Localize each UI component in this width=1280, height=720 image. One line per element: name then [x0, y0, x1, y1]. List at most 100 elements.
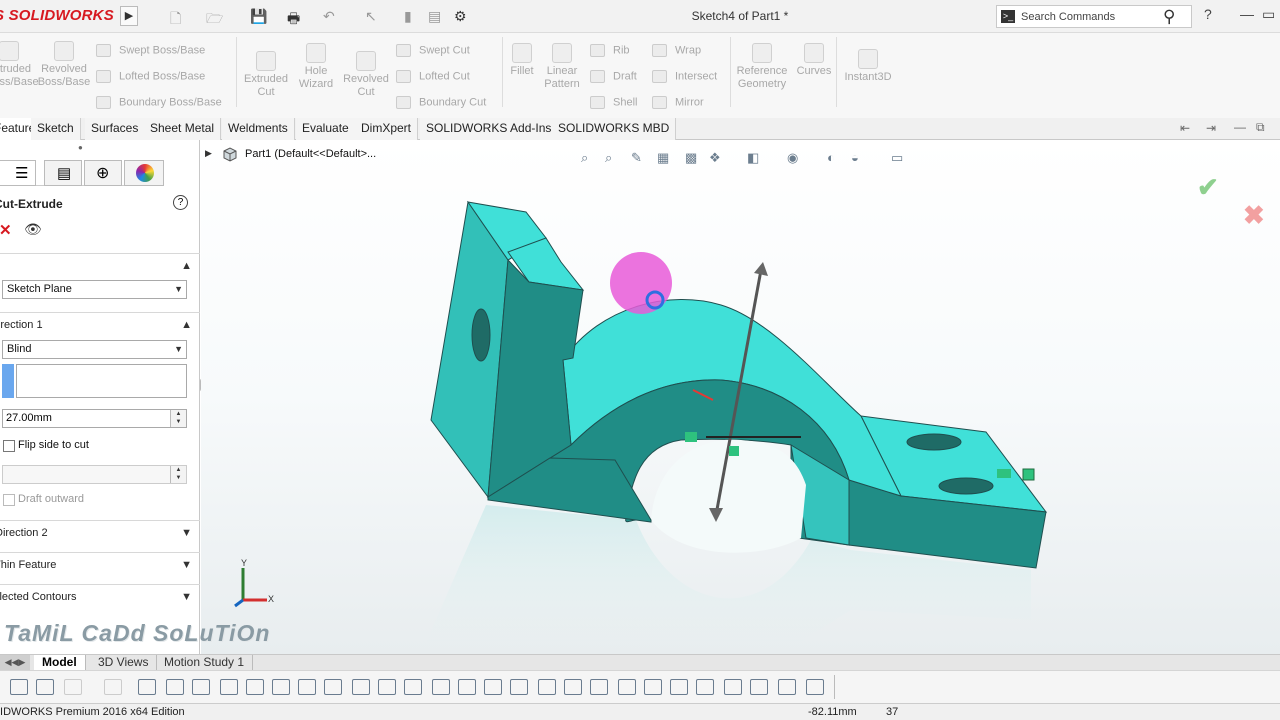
collapse-right-icon[interactable]: ⇥	[1206, 121, 1216, 135]
select-arrow-icon[interactable]: ↖	[365, 8, 377, 25]
direction-selection-box[interactable]	[16, 364, 187, 398]
lofted-cut-button[interactable]: Lofted Cut	[396, 70, 470, 83]
tab-sketch[interactable]: Sketch	[31, 118, 81, 140]
search-icon[interactable]: ⚲	[1163, 7, 1175, 27]
depth-input[interactable]: 27.00mm ▲ ▼	[2, 409, 187, 428]
preview-eye-icon[interactable]: 👁	[24, 221, 42, 238]
minimize-button[interactable]: —	[1240, 6, 1254, 22]
window-restore-icon[interactable]: ⧉	[1256, 120, 1265, 135]
filter-sketch-segments-icon[interactable]	[352, 679, 370, 695]
hole-wizard-button[interactable]: Hole Wizard	[294, 43, 338, 91]
tab-property-manager[interactable]: ▤	[44, 160, 82, 186]
clear-filters-icon[interactable]	[64, 679, 82, 695]
draft-angle-input[interactable]: ▲ ▼	[2, 465, 187, 484]
shell-button[interactable]: Shell	[590, 96, 637, 109]
revolved-cut-button[interactable]: Revolved Cut	[340, 51, 392, 99]
save-icon[interactable]: 💾	[250, 8, 267, 25]
curves-button[interactable]: Curves	[794, 43, 834, 78]
filter-surface-bodies-icon[interactable]	[220, 679, 238, 695]
revolved-boss-button[interactable]: Revolved Boss/Base	[36, 41, 92, 89]
solidworks-logo[interactable]: S SOLIDWORKS	[0, 7, 114, 24]
filter-planes-icon[interactable]	[298, 679, 316, 695]
swept-cut-button[interactable]: Swept Cut	[396, 44, 470, 57]
reference-geometry-button[interactable]: Reference Geometry	[734, 43, 790, 91]
filter-edges-icon[interactable]	[166, 679, 184, 695]
lofted-boss-button[interactable]: Lofted Boss/Base	[96, 70, 205, 83]
tab-sheet-metal[interactable]: Sheet Metal	[144, 118, 222, 140]
filter-sketch-points-icon[interactable]	[324, 679, 342, 695]
filter-mesh-icon[interactable]	[778, 679, 796, 695]
filter-midpoints-icon[interactable]	[378, 679, 396, 695]
extruded-cut-button[interactable]: Extruded Cut	[240, 51, 292, 99]
part-model-3d[interactable]	[201, 140, 1280, 654]
filter-dowel-pins-icon[interactable]	[670, 679, 688, 695]
print-icon[interactable]: 🖶	[287, 8, 300, 32]
select-all-filters-icon[interactable]	[104, 679, 122, 695]
options-gear-icon[interactable]: ⚙	[454, 8, 467, 25]
direction-arrow-button[interactable]	[2, 364, 14, 398]
filter-all-icon[interactable]	[36, 679, 54, 695]
filter-solid-bodies-icon[interactable]	[246, 679, 264, 695]
from-section-header[interactable]: ▲	[0, 253, 200, 277]
intersect-button[interactable]: Intersect	[652, 70, 717, 83]
end-condition-select[interactable]: Blind ▼	[2, 340, 187, 359]
filter-blocks-icon[interactable]	[644, 679, 662, 695]
fillet-button[interactable]: Fillet	[506, 43, 538, 78]
filter-geometric-tolerances-icon[interactable]	[510, 679, 528, 695]
undo-icon[interactable]: ↶	[323, 8, 335, 25]
open-document-icon[interactable]: 🗁	[206, 8, 223, 32]
filter-toggle-icon[interactable]	[10, 679, 28, 695]
panel-splitter-dot[interactable]: ●	[78, 143, 83, 152]
extruded-boss-button[interactable]: Extruded Boss/Base	[0, 41, 39, 89]
direction1-section-header[interactable]: Direction 1 ▲	[0, 312, 200, 336]
filter-axes-icon[interactable]	[272, 679, 290, 695]
filter-more-icon[interactable]	[806, 679, 824, 695]
help-button[interactable]: ?	[1204, 6, 1212, 22]
restore-button[interactable]: ▭	[1262, 6, 1275, 23]
filter-centerline-icon[interactable]	[432, 679, 450, 695]
draft-button[interactable]: Draft	[590, 70, 637, 83]
search-commands-input[interactable]: >_ Search Commands ⚲	[996, 5, 1192, 28]
cancel-icon[interactable]: ✕	[0, 221, 12, 239]
from-start-condition-select[interactable]: Sketch Plane ▼	[2, 280, 187, 299]
filter-cosmetic-threads-icon[interactable]	[618, 679, 636, 695]
filter-datum-targets-icon[interactable]	[590, 679, 608, 695]
filter-connection-points-icon[interactable]	[696, 679, 714, 695]
window-minimize-icon[interactable]: —	[1234, 120, 1246, 134]
tab-3d-views[interactable]: 3D Views	[90, 655, 158, 671]
file-properties-icon[interactable]: ▤	[428, 8, 441, 25]
tab-configuration-manager[interactable]: ⊕	[84, 160, 122, 186]
boundary-boss-button[interactable]: Boundary Boss/Base	[96, 96, 222, 109]
tab-evaluate[interactable]: Evaluate	[296, 118, 356, 140]
flip-side-checkbox[interactable]	[3, 440, 15, 452]
collapse-left-icon[interactable]: ⇤	[1180, 121, 1190, 135]
filter-midsurface-icon[interactable]	[750, 679, 768, 695]
thin-feature-section-header[interactable]: Thin Feature ▼	[0, 552, 200, 576]
tab-scroll-arrows-icon[interactable]: ◀◀▶	[0, 655, 30, 671]
filter-vertices-icon[interactable]	[138, 679, 156, 695]
help-icon[interactable]: ?	[173, 195, 188, 210]
boundary-cut-button[interactable]: Boundary Cut	[396, 96, 486, 109]
direction2-section-header[interactable]: Direction 2 ▼	[0, 520, 200, 544]
tab-display-manager[interactable]	[124, 160, 164, 186]
tab-surfaces[interactable]: Surfaces	[85, 118, 146, 140]
menu-expand-arrow-icon[interactable]: ▶	[120, 6, 138, 26]
filter-surface-finish-icon[interactable]	[484, 679, 502, 695]
mirror-button[interactable]: Mirror	[652, 96, 704, 109]
tab-model[interactable]: Model	[34, 655, 86, 671]
linear-pattern-button[interactable]: Linear Pattern	[540, 43, 584, 91]
tab-motion-study[interactable]: Motion Study 1	[156, 655, 254, 671]
new-document-icon[interactable]: 🗋	[170, 8, 181, 32]
rib-button[interactable]: Rib	[590, 44, 630, 57]
tab-solidworks-mbd[interactable]: SOLIDWORKS MBD	[552, 118, 677, 140]
instant3d-button[interactable]: Instant3D	[840, 49, 896, 84]
graphics-area[interactable]: ▶ Part1 (Default<<Default>... ⌕ ⌕ ✎ ▦ ▩ …	[201, 140, 1280, 654]
filter-dimensions-icon[interactable]	[458, 679, 476, 695]
draft-outward-checkbox[interactable]	[3, 494, 15, 506]
filter-center-marks-icon[interactable]	[404, 679, 422, 695]
swept-boss-button[interactable]: Swept Boss/Base	[96, 44, 205, 57]
tab-weldments[interactable]: Weldments	[222, 118, 295, 140]
filter-routing-points-icon[interactable]	[724, 679, 742, 695]
tab-feature-manager[interactable]: ☰	[0, 160, 36, 186]
spin-arrows-icon[interactable]: ▲ ▼	[170, 410, 186, 427]
